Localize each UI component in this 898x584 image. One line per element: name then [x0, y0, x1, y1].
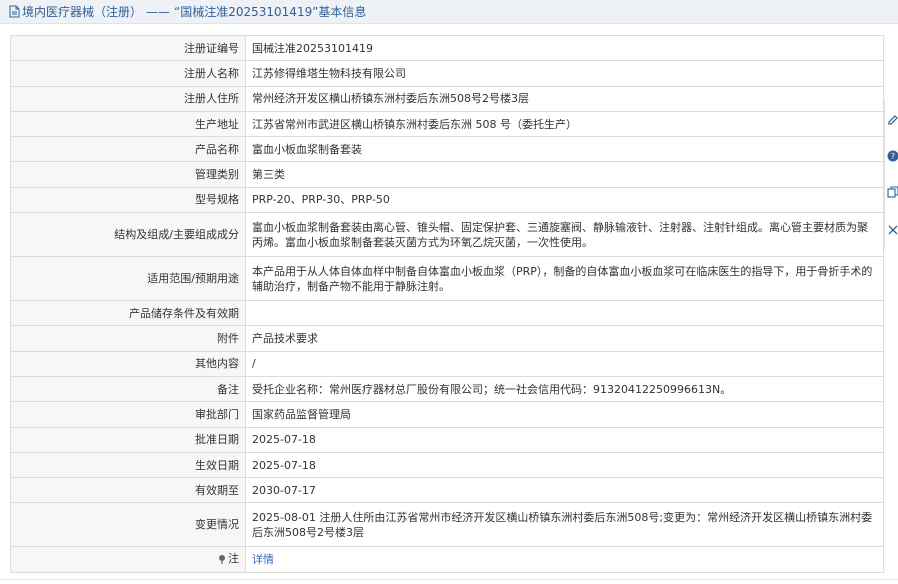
registrant-value: 江苏修得维塔生物科技有限公司 [245, 60, 884, 87]
pin-icon [219, 554, 225, 564]
row-other: 其他内容 / [10, 350, 884, 377]
prod-address-label: 生产地址 [10, 110, 246, 138]
header-title-prefix: 境内医疗器械（注册） [22, 5, 143, 19]
attachment-value: 产品技术要求 [245, 325, 884, 352]
svg-text:?: ? [891, 152, 895, 161]
note-detail-cell: 详情 [245, 546, 884, 573]
row-scope: 适用范围/预期用途 本产品用于从人体自体血样中制备自体富血小板血浆（PRP），制备… [10, 256, 884, 302]
header-title-suffix: “国械注准20253101419”基本信息 [174, 5, 367, 19]
row-registrant: 注册人名称 江苏修得维塔生物科技有限公司 [10, 60, 884, 87]
reg-address-label: 注册人住所 [10, 85, 246, 112]
row-prod-address: 生产地址 江苏省常州市武进区横山桥镇东洲村委后东洲 508 号（委托生产） [10, 110, 884, 138]
row-expiry-date: 有效期至 2030-07-17 [10, 477, 884, 504]
approval-date-value: 2025-07-18 [245, 426, 884, 453]
copy-icon[interactable] [887, 186, 898, 198]
note-label-cell: 注 [10, 546, 246, 573]
other-label: 其他内容 [10, 350, 246, 377]
detail-table: 注册证编号 国械注准20253101419 注册人名称 江苏修得维塔生物科技有限公司注… [10, 34, 884, 573]
structure-value: 富血小板血浆制备套装由离心管、锥头帽、固定保护套、三通旋塞阀、静脉输液针、注射器… [245, 212, 884, 258]
document-icon [9, 5, 20, 18]
mgmt-class-label: 管理类别 [10, 161, 246, 188]
row-attachment: 附件 产品技术要求 [10, 325, 884, 352]
row-approval-dept: 审批部门 国家药品监督管理局 [10, 401, 884, 428]
product-name-label: 产品名称 [10, 136, 246, 163]
detail-link[interactable]: 详情 [252, 553, 274, 566]
attachment-label: 附件 [10, 325, 246, 352]
remarks-label: 备注 [10, 375, 246, 403]
row-storage: 产品储存条件及有效期 [10, 300, 884, 327]
reg-number-value: 国械注准20253101419 [245, 34, 884, 62]
storage-value [245, 300, 884, 327]
close-icon[interactable] [887, 224, 898, 236]
row-structure: 结构及组成/主要组成成分 富血小板血浆制备套装由离心管、锥头帽、固定保护套、三通旋… [10, 212, 884, 258]
changes-label: 变更情况 [10, 502, 246, 548]
scope-label: 适用范围/预期用途 [10, 256, 246, 302]
approval-date-label: 批准日期 [10, 426, 246, 453]
row-reg-number: 注册证编号 国械注准20253101419 [10, 34, 884, 62]
row-approval-date: 批准日期 2025-07-18 [10, 426, 884, 453]
other-value: / [245, 350, 884, 377]
structure-label: 结构及组成/主要组成成分 [10, 212, 246, 258]
changes-value: 2025-08-01 注册人住所由江苏省常州市经济开发区横山桥镇东洲村委后东洲5… [245, 502, 884, 548]
expiry-date-value: 2030-07-17 [245, 477, 884, 504]
page-header: 境内医疗器械（注册） —— “国械注准20253101419”基本信息 [0, 0, 898, 24]
row-mgmt-class: 管理类别 第三类 [10, 161, 884, 188]
mgmt-class-value: 第三类 [245, 161, 884, 188]
row-model: 型号规格 PRP-20、PRP-30、PRP-50 [10, 186, 884, 214]
storage-label: 产品储存条件及有效期 [10, 300, 246, 327]
model-label: 型号规格 [10, 186, 246, 214]
row-reg-address: 注册人住所 常州经济开发区横山桥镇东洲村委后东洲508号2号楼3层 [10, 85, 884, 112]
row-product-name: 产品名称 富血小板血浆制备套装 [10, 136, 884, 163]
registrant-label: 注册人名称 [10, 60, 246, 87]
effective-date-label: 生效日期 [10, 451, 246, 479]
row-remarks: 备注 受托企业名称：常州医疗器材总厂股份有限公司；统一社会信用代码：9132041… [10, 375, 884, 403]
prod-address-value: 江苏省常州市武进区横山桥镇东洲村委后东洲 508 号（委托生产） [245, 110, 884, 138]
row-changes: 变更情况 2025-08-01 注册人住所由江苏省常州市经济开发区横山桥镇东洲村委… [10, 502, 884, 548]
note-label-wrap: 注 [217, 551, 239, 566]
reg-address-value: 常州经济开发区横山桥镇东洲村委后东洲508号2号楼3层 [245, 85, 884, 112]
bottom-divider [0, 579, 898, 580]
expiry-date-label: 有效期至 [10, 477, 246, 504]
header-separator: —— [146, 4, 171, 19]
approval-dept-value: 国家药品监督管理局 [245, 401, 884, 428]
row-effective-date: 生效日期 2025-07-18 [10, 451, 884, 479]
product-name-value: 富血小板血浆制备套装 [245, 136, 884, 163]
scope-value: 本产品用于从人体自体血样中制备自体富血小板血浆（PRP），制备的自体富血小板血浆… [245, 256, 884, 302]
remarks-value: 受托企业名称：常州医疗器材总厂股份有限公司；统一社会信用代码：913204122… [245, 375, 884, 403]
note-label: 注 [228, 552, 239, 566]
reg-number-label: 注册证编号 [10, 34, 246, 62]
help-icon[interactable]: ? [887, 150, 898, 162]
row-note: 注详情 [10, 546, 884, 573]
side-toolbar: ? [884, 100, 898, 250]
edit-icon[interactable] [887, 114, 898, 126]
effective-date-value: 2025-07-18 [245, 451, 884, 479]
model-value: PRP-20、PRP-30、PRP-50 [245, 186, 884, 214]
approval-dept-label: 审批部门 [10, 401, 246, 428]
